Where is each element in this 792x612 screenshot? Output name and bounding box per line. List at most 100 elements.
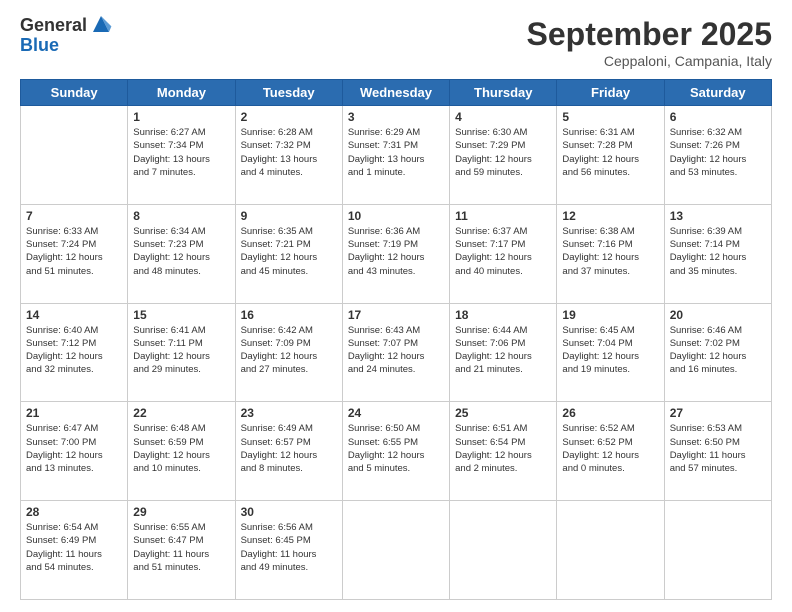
cell-content: Sunrise: 6:32 AM Sunset: 7:26 PM Dayligh… <box>670 126 766 179</box>
col-sunday: Sunday <box>21 80 128 106</box>
cell-content: Sunrise: 6:29 AM Sunset: 7:31 PM Dayligh… <box>348 126 444 179</box>
day-number: 16 <box>241 308 337 322</box>
table-row: 2 Sunrise: 6:28 AM Sunset: 7:32 PM Daylig… <box>235 106 342 205</box>
table-row: 15Sunrise: 6:41 AM Sunset: 7:11 PM Dayli… <box>128 303 235 402</box>
col-saturday: Saturday <box>664 80 771 106</box>
day-number: 26 <box>562 406 658 420</box>
logo-general: General <box>20 16 87 36</box>
cell-content: Sunrise: 6:33 AM Sunset: 7:24 PM Dayligh… <box>26 225 122 278</box>
cell-content: Sunrise: 6:34 AM Sunset: 7:23 PM Dayligh… <box>133 225 229 278</box>
day-number: 21 <box>26 406 122 420</box>
day-number: 28 <box>26 505 122 519</box>
cell-content: Sunrise: 6:49 AM Sunset: 6:57 PM Dayligh… <box>241 422 337 475</box>
day-number: 20 <box>670 308 766 322</box>
day-number: 12 <box>562 209 658 223</box>
col-wednesday: Wednesday <box>342 80 449 106</box>
logo-blue: Blue <box>20 36 113 56</box>
day-number: 23 <box>241 406 337 420</box>
day-number: 7 <box>26 209 122 223</box>
table-row: 27 Sunrise: 6:53 AM Sunset: 6:50 PM Dayli… <box>664 402 771 501</box>
day-number: 1 <box>133 110 229 124</box>
day-number: 18 <box>455 308 551 322</box>
table-row: 3 Sunrise: 6:29 AM Sunset: 7:31 PM Daylig… <box>342 106 449 205</box>
day-number: 6 <box>670 110 766 124</box>
day-number: 27 <box>670 406 766 420</box>
week-row-4: 28 Sunrise: 6:54 AM Sunset: 6:49 PM Dayli… <box>21 501 772 600</box>
table-row: 13Sunrise: 6:39 AM Sunset: 7:14 PM Dayli… <box>664 204 771 303</box>
table-row: 6 Sunrise: 6:32 AM Sunset: 7:26 PM Daylig… <box>664 106 771 205</box>
cell-content: Sunrise: 6:53 AM Sunset: 6:50 PM Dayligh… <box>670 422 766 475</box>
col-monday: Monday <box>128 80 235 106</box>
day-number: 17 <box>348 308 444 322</box>
table-row: 21Sunrise: 6:47 AM Sunset: 7:00 PM Dayli… <box>21 402 128 501</box>
table-row: 8 Sunrise: 6:34 AM Sunset: 7:23 PM Daylig… <box>128 204 235 303</box>
cell-content: Sunrise: 6:31 AM Sunset: 7:28 PM Dayligh… <box>562 126 658 179</box>
col-tuesday: Tuesday <box>235 80 342 106</box>
table-row: 11 Sunrise: 6:37 AM Sunset: 7:17 PM Dayli… <box>450 204 557 303</box>
header-row: Sunday Monday Tuesday Wednesday Thursday… <box>21 80 772 106</box>
day-number: 25 <box>455 406 551 420</box>
day-number: 24 <box>348 406 444 420</box>
day-number: 19 <box>562 308 658 322</box>
table-row: 28 Sunrise: 6:54 AM Sunset: 6:49 PM Dayli… <box>21 501 128 600</box>
table-row <box>664 501 771 600</box>
table-row: 10 Sunrise: 6:36 AM Sunset: 7:19 PM Dayli… <box>342 204 449 303</box>
cell-content: Sunrise: 6:28 AM Sunset: 7:32 PM Dayligh… <box>241 126 337 179</box>
cell-content: Sunrise: 6:35 AM Sunset: 7:21 PM Dayligh… <box>241 225 337 278</box>
table-row <box>21 106 128 205</box>
cell-content: Sunrise: 6:45 AM Sunset: 7:04 PM Dayligh… <box>562 324 658 377</box>
day-number: 4 <box>455 110 551 124</box>
cell-content: Sunrise: 6:48 AM Sunset: 6:59 PM Dayligh… <box>133 422 229 475</box>
cell-content: Sunrise: 6:51 AM Sunset: 6:54 PM Dayligh… <box>455 422 551 475</box>
table-row: 16Sunrise: 6:42 AM Sunset: 7:09 PM Dayli… <box>235 303 342 402</box>
calendar: Sunday Monday Tuesday Wednesday Thursday… <box>20 79 772 600</box>
subtitle: Ceppaloni, Campania, Italy <box>527 53 772 69</box>
cell-content: Sunrise: 6:30 AM Sunset: 7:29 PM Dayligh… <box>455 126 551 179</box>
table-row <box>557 501 664 600</box>
cell-content: Sunrise: 6:38 AM Sunset: 7:16 PM Dayligh… <box>562 225 658 278</box>
day-number: 10 <box>348 209 444 223</box>
day-number: 8 <box>133 209 229 223</box>
cell-content: Sunrise: 6:56 AM Sunset: 6:45 PM Dayligh… <box>241 521 337 574</box>
page: General Blue September 2025 Ceppaloni, C… <box>0 0 792 612</box>
day-number: 3 <box>348 110 444 124</box>
cell-content: Sunrise: 6:54 AM Sunset: 6:49 PM Dayligh… <box>26 521 122 574</box>
title-area: September 2025 Ceppaloni, Campania, Ital… <box>527 16 772 69</box>
table-row: 29 Sunrise: 6:55 AM Sunset: 6:47 PM Dayli… <box>128 501 235 600</box>
table-row: 7 Sunrise: 6:33 AM Sunset: 7:24 PM Daylig… <box>21 204 128 303</box>
cell-content: Sunrise: 6:52 AM Sunset: 6:52 PM Dayligh… <box>562 422 658 475</box>
table-row: 18 Sunrise: 6:44 AM Sunset: 7:06 PM Dayli… <box>450 303 557 402</box>
table-row: 19 Sunrise: 6:45 AM Sunset: 7:04 PM Dayli… <box>557 303 664 402</box>
day-number: 2 <box>241 110 337 124</box>
week-row-3: 21Sunrise: 6:47 AM Sunset: 7:00 PM Dayli… <box>21 402 772 501</box>
cell-content: Sunrise: 6:36 AM Sunset: 7:19 PM Dayligh… <box>348 225 444 278</box>
cell-content: Sunrise: 6:46 AM Sunset: 7:02 PM Dayligh… <box>670 324 766 377</box>
table-row: 24Sunrise: 6:50 AM Sunset: 6:55 PM Dayli… <box>342 402 449 501</box>
table-row: 26 Sunrise: 6:52 AM Sunset: 6:52 PM Dayli… <box>557 402 664 501</box>
week-row-0: 1 Sunrise: 6:27 AM Sunset: 7:34 PM Daylig… <box>21 106 772 205</box>
day-number: 9 <box>241 209 337 223</box>
day-number: 29 <box>133 505 229 519</box>
cell-content: Sunrise: 6:55 AM Sunset: 6:47 PM Dayligh… <box>133 521 229 574</box>
table-row: 30Sunrise: 6:56 AM Sunset: 6:45 PM Dayli… <box>235 501 342 600</box>
table-row: 20 Sunrise: 6:46 AM Sunset: 7:02 PM Dayli… <box>664 303 771 402</box>
cell-content: Sunrise: 6:41 AM Sunset: 7:11 PM Dayligh… <box>133 324 229 377</box>
table-row: 14Sunrise: 6:40 AM Sunset: 7:12 PM Dayli… <box>21 303 128 402</box>
week-row-2: 14Sunrise: 6:40 AM Sunset: 7:12 PM Dayli… <box>21 303 772 402</box>
cell-content: Sunrise: 6:37 AM Sunset: 7:17 PM Dayligh… <box>455 225 551 278</box>
cell-content: Sunrise: 6:43 AM Sunset: 7:07 PM Dayligh… <box>348 324 444 377</box>
cell-content: Sunrise: 6:44 AM Sunset: 7:06 PM Dayligh… <box>455 324 551 377</box>
logo: General Blue <box>20 16 113 56</box>
week-row-1: 7 Sunrise: 6:33 AM Sunset: 7:24 PM Daylig… <box>21 204 772 303</box>
day-number: 5 <box>562 110 658 124</box>
logo-icon <box>89 12 113 36</box>
day-number: 11 <box>455 209 551 223</box>
col-friday: Friday <box>557 80 664 106</box>
day-number: 13 <box>670 209 766 223</box>
table-row: 17 Sunrise: 6:43 AM Sunset: 7:07 PM Dayli… <box>342 303 449 402</box>
day-number: 22 <box>133 406 229 420</box>
cell-content: Sunrise: 6:27 AM Sunset: 7:34 PM Dayligh… <box>133 126 229 179</box>
table-row: 23 Sunrise: 6:49 AM Sunset: 6:57 PM Dayli… <box>235 402 342 501</box>
day-number: 14 <box>26 308 122 322</box>
table-row: 9 Sunrise: 6:35 AM Sunset: 7:21 PM Daylig… <box>235 204 342 303</box>
